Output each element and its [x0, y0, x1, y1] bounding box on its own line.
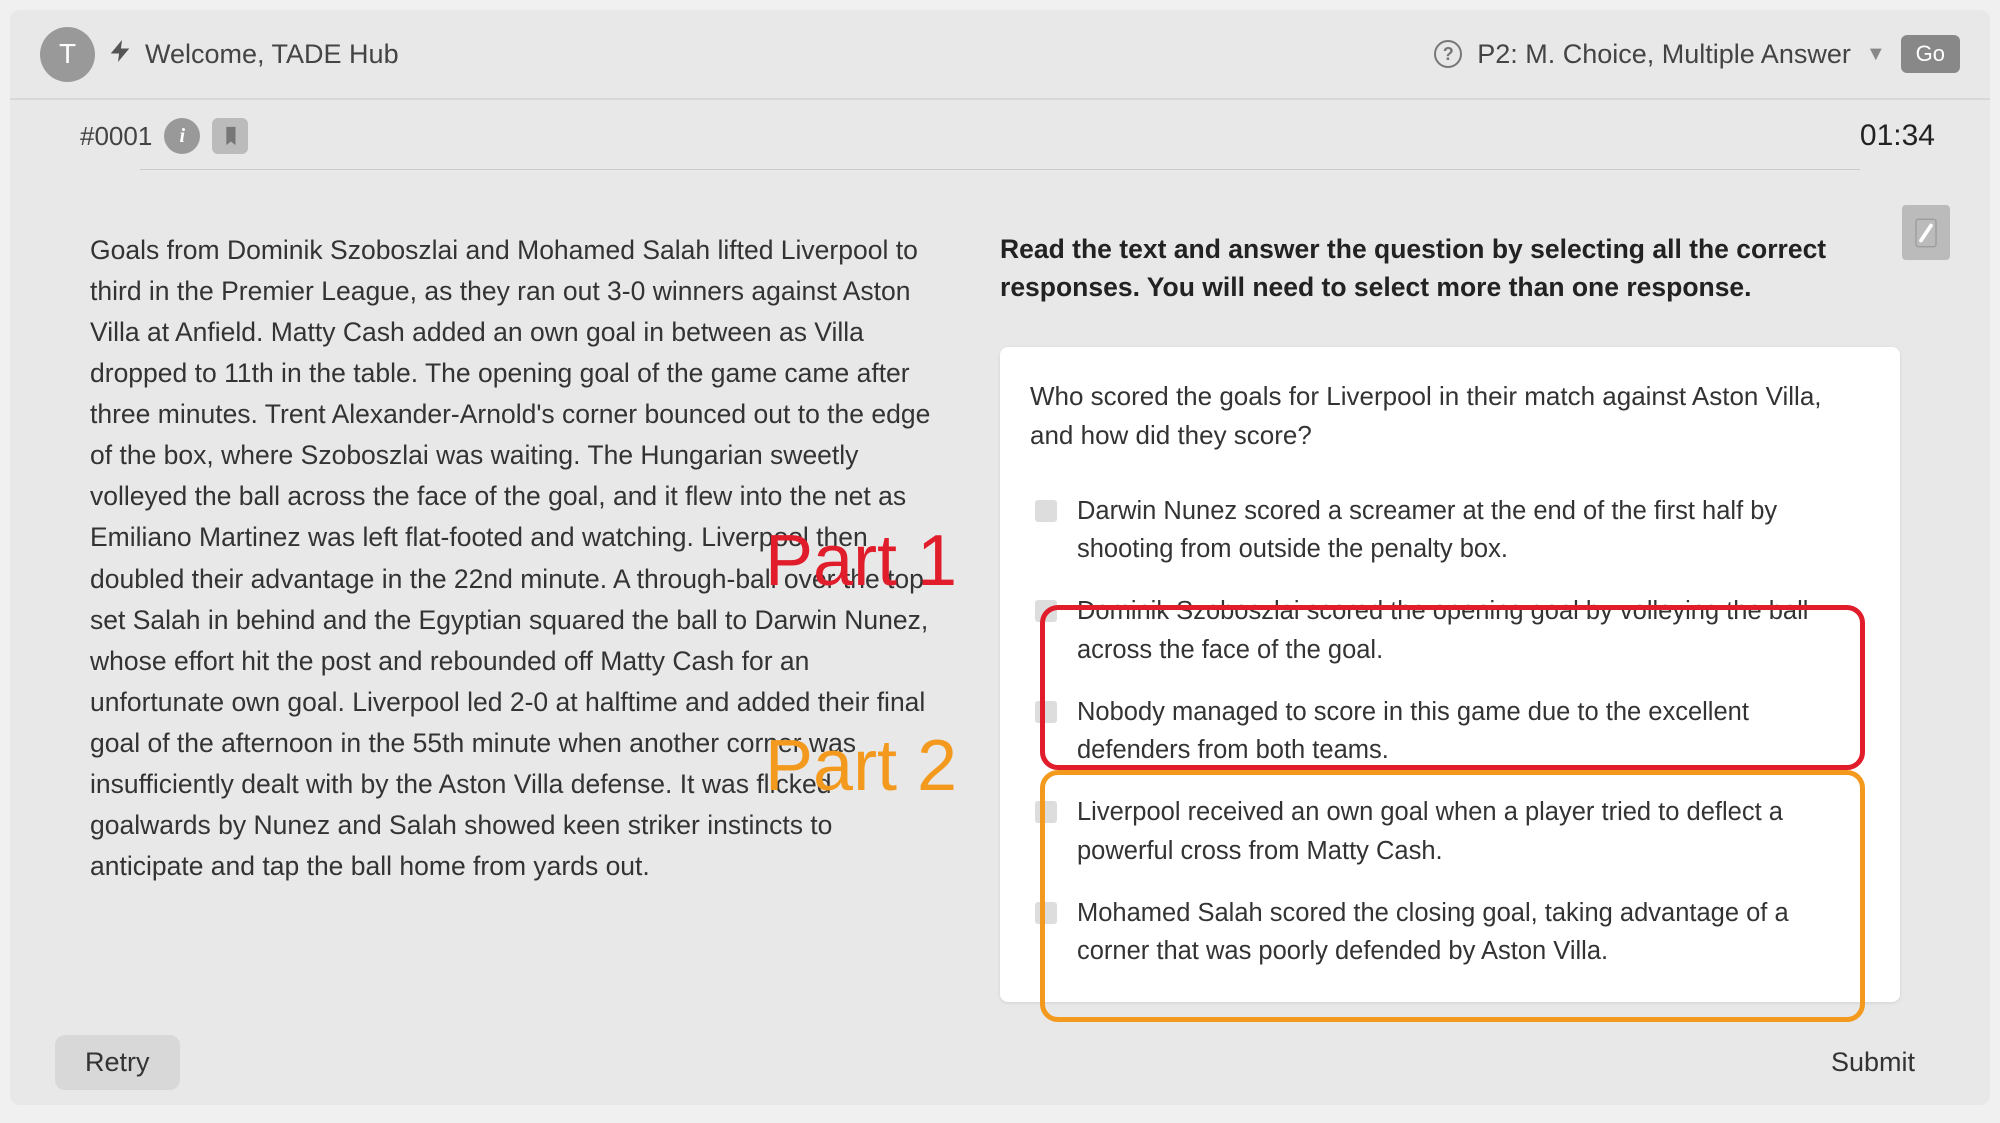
- option-text: Darwin Nunez scored a screamer at the en…: [1077, 492, 1865, 569]
- section-dropdown-label[interactable]: P2: M. Choice, Multiple Answer: [1477, 39, 1851, 70]
- info-bar: #0001 i 01:34: [10, 100, 1990, 164]
- avatar[interactable]: T: [40, 27, 95, 82]
- option-row[interactable]: Nobody managed to score in this game due…: [1030, 681, 1870, 782]
- option-row[interactable]: Dominik Szoboszlai scored the opening go…: [1030, 580, 1870, 681]
- checkbox[interactable]: [1035, 701, 1057, 723]
- content-area: Goals from Dominik Szoboszlai and Mohame…: [10, 170, 1990, 1022]
- passage-column: Goals from Dominik Szoboszlai and Mohame…: [90, 230, 950, 1002]
- question-text: Who scored the goals for Liverpool in th…: [1030, 377, 1870, 455]
- option-text: Nobody managed to score in this game due…: [1077, 693, 1865, 770]
- help-icon[interactable]: ?: [1434, 40, 1462, 68]
- lightning-icon: [110, 38, 130, 70]
- checkbox[interactable]: [1035, 600, 1057, 622]
- retry-button[interactable]: Retry: [55, 1035, 180, 1090]
- tag-icon[interactable]: [212, 118, 248, 154]
- chevron-down-icon[interactable]: ▼: [1866, 43, 1886, 66]
- go-button[interactable]: Go: [1901, 35, 1960, 73]
- footer-bar: Retry Submit: [10, 1035, 1990, 1090]
- timer: 01:34: [1860, 119, 1935, 153]
- info-bar-left: #0001 i: [80, 118, 248, 154]
- header-bar: T Welcome, TADE Hub ? P2: M. Choice, Mul…: [10, 10, 1990, 100]
- option-row[interactable]: Mohamed Salah scored the closing goal, t…: [1030, 882, 1870, 983]
- option-row[interactable]: Liverpool received an own goal when a pl…: [1030, 781, 1870, 882]
- header-left: T Welcome, TADE Hub: [40, 27, 399, 82]
- options-list: Darwin Nunez scored a screamer at the en…: [1030, 480, 1870, 983]
- option-text: Liverpool received an own goal when a pl…: [1077, 793, 1865, 870]
- notes-icon[interactable]: [1902, 205, 1950, 260]
- submit-button[interactable]: Submit: [1801, 1035, 1945, 1090]
- option-text: Mohamed Salah scored the closing goal, t…: [1077, 894, 1865, 971]
- option-text: Dominik Szoboszlai scored the opening go…: [1077, 592, 1865, 669]
- question-id: #0001: [80, 121, 152, 152]
- header-right: ? P2: M. Choice, Multiple Answer ▼ Go: [1434, 35, 1960, 73]
- option-row[interactable]: Darwin Nunez scored a screamer at the en…: [1030, 480, 1870, 581]
- instruction-text: Read the text and answer the question by…: [1000, 230, 1900, 307]
- question-column: Read the text and answer the question by…: [1000, 230, 1930, 1002]
- passage-text: Goals from Dominik Szoboszlai and Mohame…: [90, 230, 950, 887]
- checkbox[interactable]: [1035, 902, 1057, 924]
- info-icon[interactable]: i: [164, 118, 200, 154]
- question-card: Who scored the goals for Liverpool in th…: [1000, 347, 1900, 1003]
- welcome-text: Welcome, TADE Hub: [145, 39, 399, 70]
- checkbox[interactable]: [1035, 801, 1057, 823]
- checkbox[interactable]: [1035, 500, 1057, 522]
